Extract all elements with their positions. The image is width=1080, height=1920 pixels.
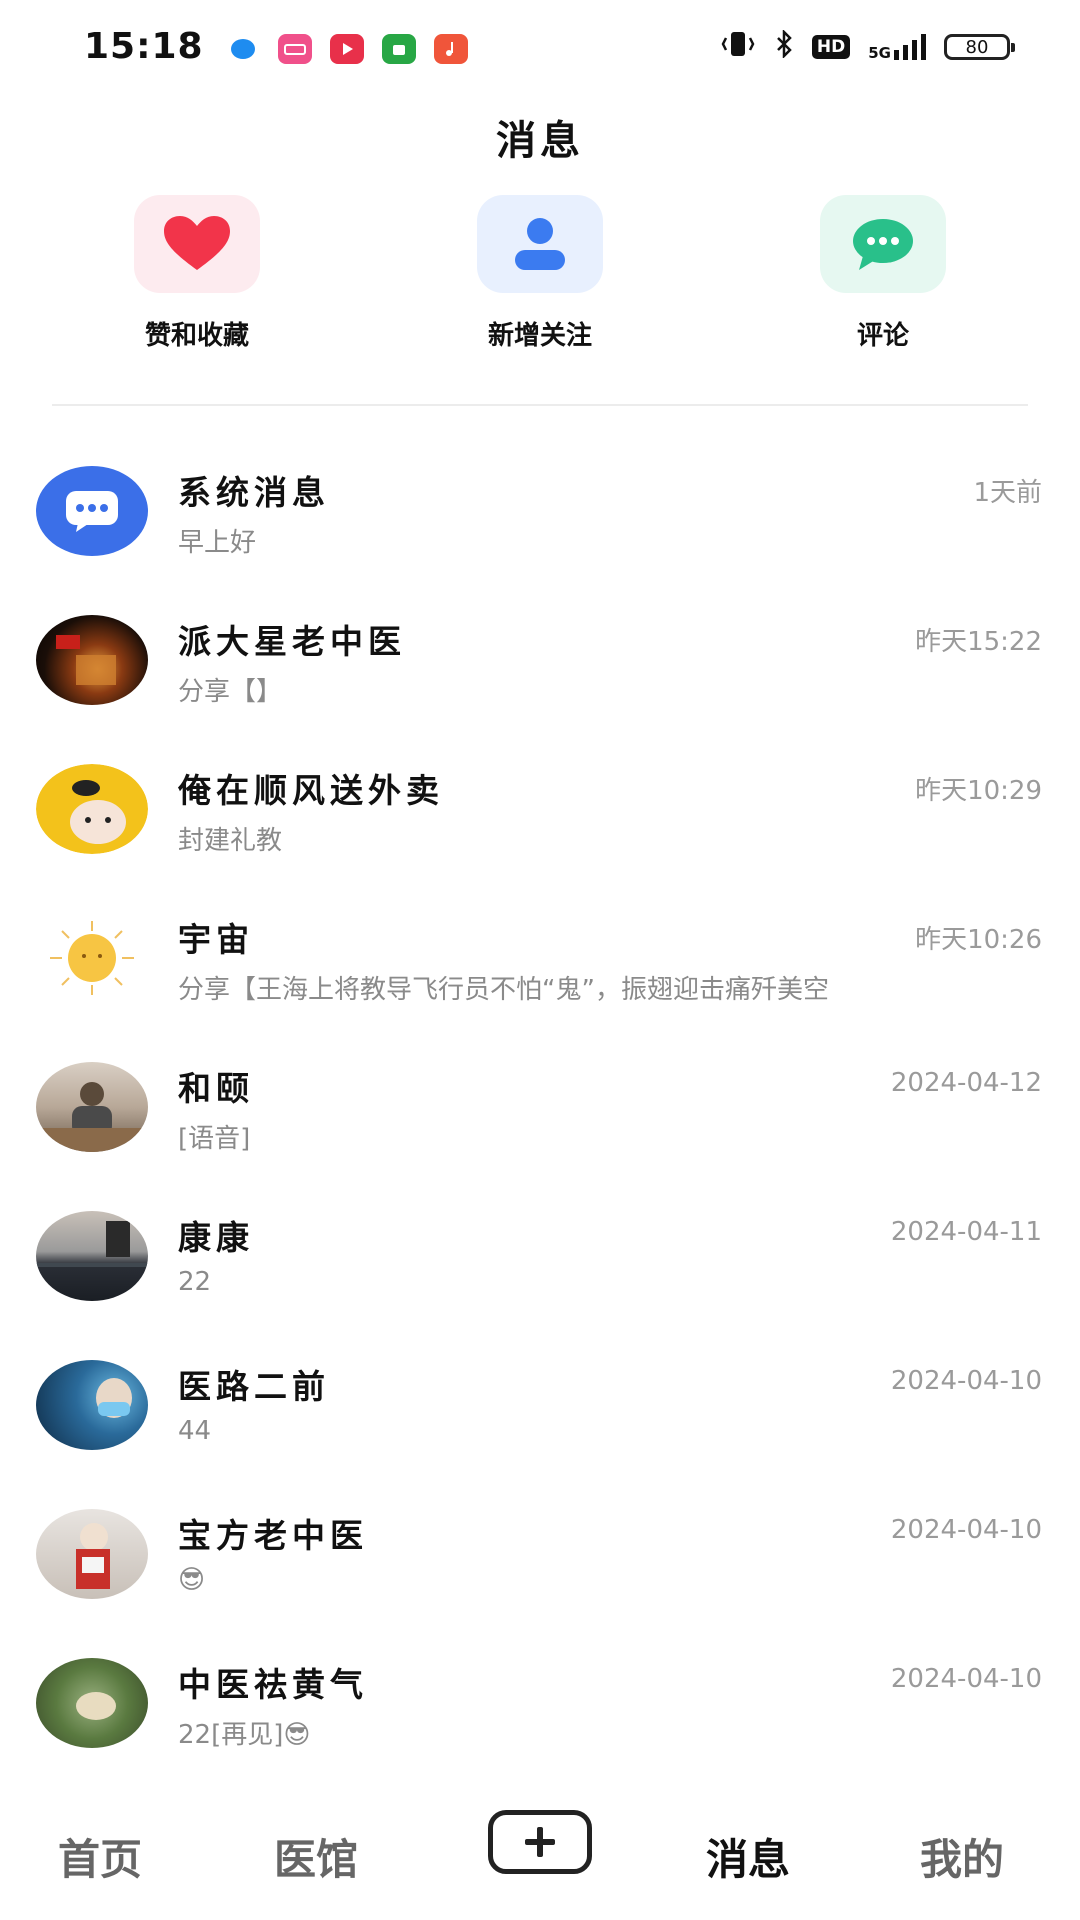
message-row[interactable]: 宇宙 分享【王海上将教导飞行员不怕“鬼”，振翅迎击痛歼美空 昨天10:26 xyxy=(0,883,1080,1032)
status-indicators: HD 5G 80 xyxy=(720,28,1015,64)
message-time: 昨天10:26 xyxy=(915,925,1042,955)
contact-name: 康康 xyxy=(178,1218,254,1257)
likes-tile xyxy=(134,195,260,293)
comments-label: 评论 xyxy=(856,321,909,351)
message-list: 系统消息 早上好 1天前 派大星老中医 分享【】 昨天15:22 俺在顺风送外卖… xyxy=(0,436,1080,1777)
bottom-nav: 首页 医馆 消息 我的 xyxy=(0,1792,1080,1920)
hd-badge: HD xyxy=(811,35,851,59)
signal-5g-icon: 5G xyxy=(868,34,926,62)
quick-actions: 赞和收藏 新增关注 评论 xyxy=(0,195,1080,365)
likes-label: 赞和收藏 xyxy=(144,321,249,351)
message-row-system[interactable]: 系统消息 早上好 1天前 xyxy=(0,436,1080,585)
avatar xyxy=(36,1211,148,1301)
message-time: 昨天10:29 xyxy=(915,776,1042,806)
app-pink-icon xyxy=(278,34,312,64)
message-preview: 44 xyxy=(178,1416,212,1446)
message-row[interactable]: 康康 22 2024-04-11 xyxy=(0,1181,1080,1330)
message-preview: [语音] xyxy=(178,1124,251,1154)
avatar xyxy=(36,913,148,1003)
message-row[interactable]: 医路二前 44 2024-04-10 xyxy=(0,1330,1080,1479)
nav-home[interactable]: 首页 xyxy=(58,1826,142,1887)
contact-name: 俺在顺风送外卖 xyxy=(178,771,444,810)
message-time: 2024-04-10 xyxy=(890,1366,1042,1396)
followers-label: 新增关注 xyxy=(487,321,592,351)
message-row[interactable]: 俺在顺风送外卖 封建礼教 昨天10:29 xyxy=(0,734,1080,883)
sun-icon xyxy=(50,921,134,995)
app-store-icon xyxy=(382,34,416,64)
contact-name: 中医祛黄气 xyxy=(178,1665,368,1704)
message-preview: 22[再见]😎 xyxy=(178,1720,311,1750)
followers-tile xyxy=(477,195,603,293)
heart-icon xyxy=(164,216,230,270)
avatar xyxy=(36,764,148,854)
message-time: 2024-04-10 xyxy=(890,1664,1042,1694)
message-preview: 分享【】 xyxy=(178,677,283,707)
message-time: 1天前 xyxy=(973,478,1042,508)
message-preview: 分享【王海上将教导飞行员不怕“鬼”，振翅迎击痛歼美空 xyxy=(178,975,829,1005)
app-blue-bird-icon xyxy=(226,34,260,64)
divider xyxy=(52,404,1028,406)
likes-and-favorites-button[interactable]: 赞和收藏 xyxy=(97,195,297,352)
battery-icon: 80 xyxy=(944,34,1015,60)
message-row[interactable]: 派大星老中医 分享【】 昨天15:22 xyxy=(0,585,1080,734)
nav-messages[interactable]: 消息 xyxy=(706,1826,790,1887)
nav-add-button[interactable] xyxy=(488,1810,592,1874)
status-time: 15:18 xyxy=(84,26,204,67)
comments-button[interactable]: 评论 xyxy=(783,195,983,352)
chat-bubble-icon xyxy=(853,219,913,270)
message-time: 2024-04-12 xyxy=(890,1068,1042,1098)
person-icon xyxy=(515,218,565,270)
message-time: 2024-04-10 xyxy=(890,1515,1042,1545)
contact-name: 医路二前 xyxy=(178,1367,330,1406)
notification-app-icons xyxy=(226,34,468,64)
message-preview: 封建礼教 xyxy=(178,826,283,856)
app-video-play-icon xyxy=(330,34,364,64)
contact-name: 宇宙 xyxy=(178,920,254,959)
new-followers-button[interactable]: 新增关注 xyxy=(440,195,640,352)
message-row[interactable]: 中医祛黄气 22[再见]😎 2024-04-10 xyxy=(0,1628,1080,1777)
avatar xyxy=(36,1360,148,1450)
message-preview: 😎 xyxy=(178,1565,206,1595)
network-label: 5G xyxy=(868,44,891,62)
app-music-icon xyxy=(434,34,468,64)
avatar xyxy=(36,1509,148,1599)
message-row[interactable]: 和颐 [语音] 2024-04-12 xyxy=(0,1032,1080,1181)
system-message-avatar xyxy=(36,466,148,556)
avatar xyxy=(36,1062,148,1152)
vibrate-icon xyxy=(720,30,756,64)
page-title: 消息 xyxy=(496,118,584,164)
message-row[interactable]: 宝方老中医 😎 2024-04-10 xyxy=(0,1479,1080,1628)
message-time: 2024-04-11 xyxy=(890,1217,1042,1247)
contact-name: 宝方老中医 xyxy=(178,1516,368,1555)
contact-name: 派大星老中医 xyxy=(178,622,406,661)
message-preview: 22 xyxy=(178,1267,212,1297)
status-bar: 15:18 HD 5G 80 xyxy=(0,0,1080,100)
plus-icon xyxy=(525,1827,555,1857)
avatar xyxy=(36,1658,148,1748)
chat-dots-icon xyxy=(66,491,118,532)
nav-mine[interactable]: 我的 xyxy=(920,1826,1004,1887)
contact-name: 系统消息 xyxy=(178,473,330,512)
message-time: 昨天15:22 xyxy=(915,627,1042,657)
bluetooth-icon xyxy=(774,28,794,64)
avatar xyxy=(36,615,148,705)
message-preview: 早上好 xyxy=(178,528,257,558)
contact-name: 和颐 xyxy=(178,1069,254,1108)
battery-level: 80 xyxy=(965,36,989,58)
nav-clinic[interactable]: 医馆 xyxy=(274,1826,358,1887)
comments-tile xyxy=(820,195,946,293)
